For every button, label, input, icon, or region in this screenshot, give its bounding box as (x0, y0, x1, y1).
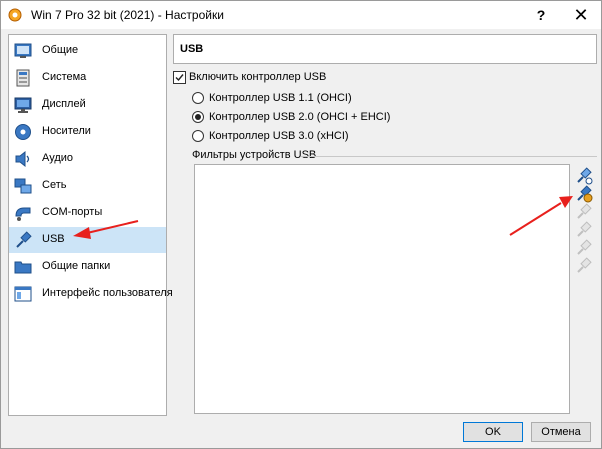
network-icon (14, 177, 32, 195)
sidebar-item-audio[interactable]: Аудио (9, 146, 166, 172)
sidebar-item-storage[interactable]: Носители (9, 119, 166, 145)
sidebar-item-label: Общие (42, 44, 79, 56)
usb-filter-list[interactable] (194, 164, 570, 414)
sidebar-item-com-ports[interactable]: COM-порты (9, 200, 166, 226)
window-title: Win 7 Pro 32 bit (2021) - Настройки (31, 8, 224, 22)
usb-icon (14, 231, 32, 249)
sidebar-item-network[interactable]: Сеть (9, 173, 166, 199)
close-button[interactable]: ✕ (561, 1, 601, 29)
sidebar-item-label: Дисплей (42, 98, 86, 110)
remove-filter-icon (577, 221, 592, 237)
add-filter-from-device-button[interactable] (575, 185, 593, 203)
title-bar: Win 7 Pro 32 bit (2021) - Настройки ? ✕ (1, 1, 601, 29)
add-empty-filter-button[interactable] (575, 167, 593, 185)
usb-3-0-radio[interactable] (192, 130, 204, 142)
system-board-icon (14, 69, 32, 87)
virtualbox-app-icon (8, 8, 22, 22)
sidebar-item-label: Аудио (42, 152, 74, 164)
settings-sidebar: Общие Система Дисплей Носители Аудио Сет… (8, 34, 173, 416)
sidebar-item-usb[interactable]: USB (9, 227, 166, 253)
shared-folder-icon (14, 258, 32, 276)
edit-filter-button[interactable] (575, 203, 593, 221)
enable-usb-checkbox[interactable] (173, 71, 186, 84)
enable-usb-label: Включить контроллер USB (189, 71, 327, 83)
audio-speaker-icon (14, 150, 32, 168)
sidebar-item-label: Интерфейс пользователя (42, 287, 173, 299)
sidebar-item-system[interactable]: Система (9, 65, 166, 91)
usb-3-0-label: Контроллер USB 3.0 (xHCI) (209, 130, 349, 142)
move-filter-up-button[interactable] (575, 239, 593, 257)
usb-1-1-radio[interactable] (192, 92, 204, 104)
serial-port-icon (14, 204, 32, 222)
sidebar-item-label: Сеть (42, 179, 67, 191)
move-filter-down-button[interactable] (575, 257, 593, 275)
general-settings-icon (14, 42, 32, 60)
edit-filter-icon (577, 203, 592, 219)
help-button[interactable]: ? (521, 1, 561, 29)
usb-2-0-label: Контроллер USB 2.0 (OHCI + EHCI) (209, 111, 391, 123)
remove-filter-button[interactable] (575, 221, 593, 239)
settings-window: Win 7 Pro 32 bit (2021) - Настройки ? ✕ … (0, 0, 602, 449)
usb-1-1-label: Контроллер USB 1.1 (OHCI) (209, 92, 352, 104)
move-filter-up-icon (577, 239, 592, 255)
sidebar-item-label: Общие папки (42, 260, 111, 272)
add-filter-from-device-icon (577, 185, 593, 203)
ok-button[interactable]: OK (463, 422, 523, 442)
display-monitor-icon (14, 96, 32, 114)
radio-selected-dot (195, 114, 201, 120)
user-interface-icon (14, 285, 32, 303)
sidebar-item-general[interactable]: Общие (9, 38, 166, 64)
usb-filters-label: Фильтры устройств USB (192, 149, 317, 161)
section-divider (301, 156, 597, 157)
sidebar-item-shared-folders[interactable]: Общие папки (9, 254, 166, 280)
page-header: USB (173, 34, 597, 64)
page-title: USB (180, 43, 204, 55)
sidebar-item-display[interactable]: Дисплей (9, 92, 166, 118)
add-empty-filter-icon (577, 167, 593, 185)
storage-disk-icon (14, 123, 32, 141)
usb-2-0-radio[interactable] (192, 111, 204, 123)
sidebar-item-user-interface[interactable]: Интерфейс пользователя (9, 281, 173, 307)
sidebar-item-label: Система (42, 71, 87, 83)
sidebar-item-label: COM-порты (42, 206, 103, 218)
cancel-button[interactable]: Отмена (531, 422, 591, 442)
move-filter-down-icon (577, 257, 592, 273)
sidebar-item-label: USB (42, 233, 65, 245)
sidebar-item-label: Носители (42, 125, 91, 137)
